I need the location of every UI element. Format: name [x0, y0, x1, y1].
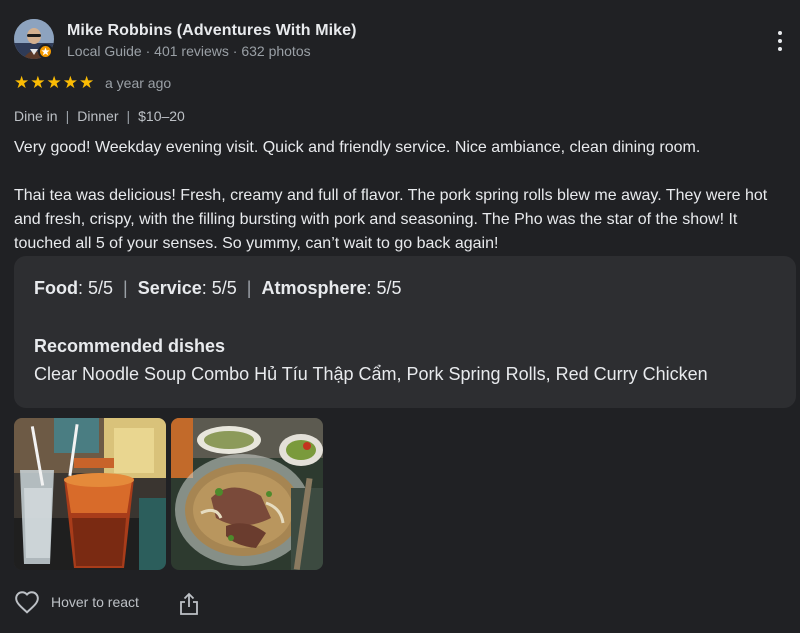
recommended-dishes-title: Recommended dishes: [34, 336, 226, 356]
attr-separator: |: [126, 108, 131, 124]
thai-tea-photo-icon: [14, 418, 166, 570]
attr-meal-type: Dinner: [77, 108, 119, 124]
service-rating: Service: 5/5: [137, 278, 237, 298]
star-icon: ★: [30, 73, 46, 92]
visit-attributes: Dine in | Dinner | $10–20: [14, 108, 185, 124]
more-vert-icon[interactable]: [770, 28, 790, 54]
attr-price: $10–20: [138, 108, 185, 124]
attr-separator: |: [65, 108, 70, 124]
review-time: a year ago: [105, 75, 172, 91]
stat-separator: ·: [232, 43, 238, 59]
share-icon[interactable]: [178, 592, 200, 616]
local-guide-badge-icon: [38, 44, 53, 59]
pho-photo-icon: [171, 418, 323, 570]
review-card: Mike Robbins (Adventures With Mike) Loca…: [0, 0, 800, 633]
review-paragraph: Very good! Weekday evening visit. Quick …: [14, 139, 701, 156]
star-icon: ★: [14, 73, 30, 92]
rating-separator: |: [123, 278, 128, 298]
star-icon: ★: [62, 73, 78, 92]
review-paragraph: Thai tea was delicious! Fresh, creamy an…: [14, 187, 768, 252]
star-icon: ★: [46, 73, 62, 92]
reviewer-stats[interactable]: Local Guide · 401 reviews · 632 photos: [67, 43, 311, 59]
food-rating: Food: 5/5: [34, 278, 114, 298]
recommended-dishes-list: Clear Noodle Soup Combo Hủ Tíu Thập Cẩm,…: [34, 364, 708, 384]
review-count: 401 reviews: [154, 43, 229, 59]
reviewer-name[interactable]: Mike Robbins (Adventures With Mike): [67, 22, 357, 40]
local-guide-label: Local Guide: [67, 43, 142, 59]
react-button[interactable]: Hover to react: [14, 590, 139, 614]
review-body: Very good! Weekday evening visit. Quick …: [14, 136, 789, 256]
review-photo-pho[interactable]: [171, 418, 323, 570]
star-icon: ★: [79, 73, 95, 92]
star-rating: ★ ★ ★ ★ ★: [14, 74, 94, 91]
attr-service-type: Dine in: [14, 108, 58, 124]
category-ratings: Food: 5/5 | Service: 5/5 | Atmosphere: 5…: [34, 278, 402, 299]
heart-icon: [15, 591, 39, 614]
stat-separator: ·: [145, 43, 151, 59]
photo-count: 632 photos: [241, 43, 311, 59]
react-label: Hover to react: [51, 594, 139, 610]
review-photo-thai-tea[interactable]: [14, 418, 166, 570]
rating-separator: |: [246, 278, 252, 298]
review-summary-card: Food: 5/5 | Service: 5/5 | Atmosphere: 5…: [14, 256, 796, 408]
atmosphere-rating: Atmosphere: 5/5: [261, 278, 402, 298]
